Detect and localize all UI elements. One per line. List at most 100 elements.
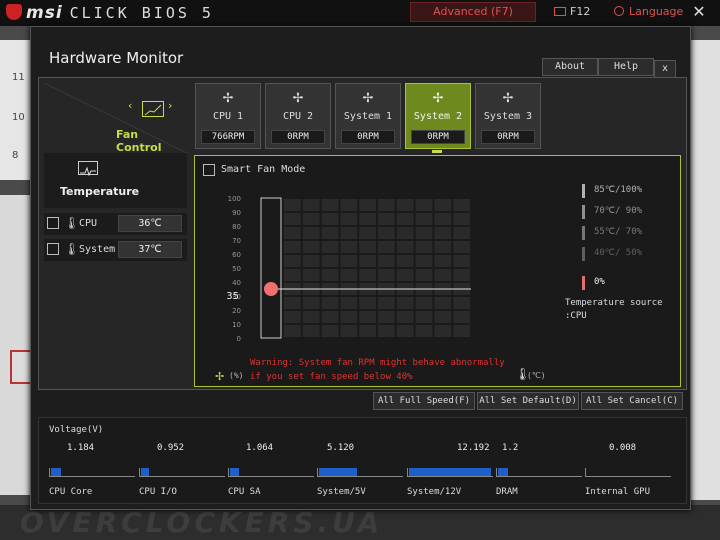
sensor-name: CPU: [79, 218, 98, 229]
grid-cell: [434, 227, 452, 239]
fan-tab-cpu-2[interactable]: ✢ CPU 2 0RPM: [265, 83, 331, 149]
voltage-name: System/12V: [407, 487, 462, 497]
smart-fan-mode-checkbox[interactable]: [203, 164, 215, 176]
grid-cell: [378, 269, 395, 281]
y-tick-label: 10: [232, 321, 241, 329]
grid-cell: [396, 213, 414, 225]
voltage-bar-fill: [51, 468, 62, 476]
legend-swatch: [582, 205, 585, 219]
grid-cell: [359, 241, 376, 253]
voltage-bar: [407, 468, 493, 477]
grid-cell: [340, 311, 358, 323]
grid-cell: [302, 213, 320, 225]
grid-cell: [284, 311, 301, 323]
temperature-label: Temperature: [60, 185, 140, 198]
grid-cell: [415, 213, 433, 225]
all-set-default-button[interactable]: All Set Default(D): [477, 392, 579, 410]
voltage-value: 1.064: [246, 443, 274, 453]
background-right-panel: [690, 40, 720, 500]
fan-curve-icon: [142, 101, 164, 117]
grid-cell: [396, 255, 414, 267]
fan-name: System 1: [343, 111, 393, 122]
grid-cell: [453, 311, 470, 323]
help-button[interactable]: Help: [598, 58, 654, 76]
grid-cell: [359, 311, 376, 323]
msi-logo: msi CLICK BIOS 5: [6, 3, 214, 23]
grid-cell: [378, 227, 395, 239]
grid-cell: [415, 199, 433, 211]
close-bios-icon[interactable]: ✕: [690, 3, 708, 21]
smart-fan-mode-label: Smart Fan Mode: [221, 164, 306, 175]
grid-cell: [378, 325, 395, 337]
grid-cell: [302, 255, 320, 267]
grid-cell: [359, 227, 376, 239]
fan-control-tab[interactable]: ‹ › Fan Control: [44, 83, 187, 154]
all-full-speed-button[interactable]: All Full Speed(F): [373, 392, 475, 410]
screenshot-button[interactable]: F12: [554, 5, 590, 18]
grid-cell: [284, 255, 301, 267]
legend-text: 55℃/ 70%: [594, 227, 643, 237]
grid-cell: [415, 269, 433, 281]
fan-icon: ✢: [502, 91, 514, 106]
thermometer-icon: 🌡︎: [64, 242, 80, 256]
grid-cell: [284, 227, 301, 239]
sensor-checkbox[interactable]: [47, 217, 59, 229]
fan-name: CPU 1: [212, 111, 244, 122]
temperature-graph-drawing: [80, 166, 96, 177]
fan-curve-chart[interactable]: 100908070605040302010035: [213, 192, 513, 352]
fan-tab-system-2[interactable]: ✢ System 2 0RPM: [405, 83, 471, 149]
fan-control-label: Fan Control: [116, 128, 162, 154]
grid-cell: [378, 241, 395, 253]
grid-cell: [396, 241, 414, 253]
y-tick-label: 80: [232, 223, 241, 231]
grid-cell: [396, 325, 414, 337]
grid-cell: [434, 199, 452, 211]
fan-icon: ✢: [432, 91, 444, 106]
dialog-close-button[interactable]: x: [654, 60, 676, 78]
temperature-tab[interactable]: Temperature: [44, 153, 187, 208]
voltage-value: 1.184: [67, 443, 95, 453]
voltage-value: 12.192: [457, 443, 490, 453]
grid-cell: [284, 297, 301, 309]
grid-cell: [415, 241, 433, 253]
grid-cell: [284, 325, 301, 337]
fan-tab-system-1[interactable]: ✢ System 1 0RPM: [335, 83, 401, 149]
temperature-graph-icon: [78, 161, 98, 177]
all-set-cancel-button[interactable]: All Set Cancel(C): [581, 392, 683, 410]
grid-cell: [434, 255, 452, 267]
grid-cell: [396, 199, 414, 211]
temperature-source-value: :CPU: [565, 311, 587, 321]
fan-speed-axis-label: (%): [229, 371, 244, 380]
fan-speed-warning: Warning: System fan RPM might behave abn…: [250, 356, 505, 384]
legend-swatch: [582, 226, 585, 240]
temperature-source: Temperature source :CPU: [565, 297, 663, 323]
grid-cell: [302, 241, 320, 253]
about-button[interactable]: About: [542, 58, 598, 76]
grid-cell: [453, 241, 470, 253]
fan-tab-system-3[interactable]: ✢ System 3 0RPM: [475, 83, 541, 149]
grid-cell: [284, 241, 301, 253]
sensor-row-system: 🌡︎ System 37℃: [44, 239, 187, 261]
grid-cell: [359, 213, 376, 225]
sensor-value: 37℃: [118, 241, 182, 258]
grid-cell: [340, 241, 358, 253]
advanced-mode-tab[interactable]: Advanced (F7): [410, 2, 536, 22]
brand-name: msi: [26, 3, 63, 23]
voltage-item-cpu-core: 1.184 CPU Core: [49, 418, 139, 505]
grid-cell: [321, 199, 339, 211]
y-tick-label: 60: [232, 251, 241, 259]
voltage-item-internal-gpu: 0.008 Internal GPU: [585, 418, 675, 505]
voltage-name: System/5V: [317, 487, 366, 497]
msi-shield-icon: [6, 4, 22, 20]
y-tick-label: 90: [232, 209, 241, 217]
grid-cell: [340, 213, 358, 225]
chevron-left-icon: ‹: [128, 99, 133, 112]
grid-cell: [396, 311, 414, 323]
y-tick-label: 50: [232, 265, 241, 273]
fan-tab-cpu-1[interactable]: ✢ CPU 1 766RPM: [195, 83, 261, 149]
grid-cell: [340, 255, 358, 267]
sensor-checkbox[interactable]: [47, 243, 59, 255]
legend-swatch: [582, 247, 585, 261]
language-button[interactable]: Language: [614, 5, 683, 18]
grid-cell: [321, 227, 339, 239]
